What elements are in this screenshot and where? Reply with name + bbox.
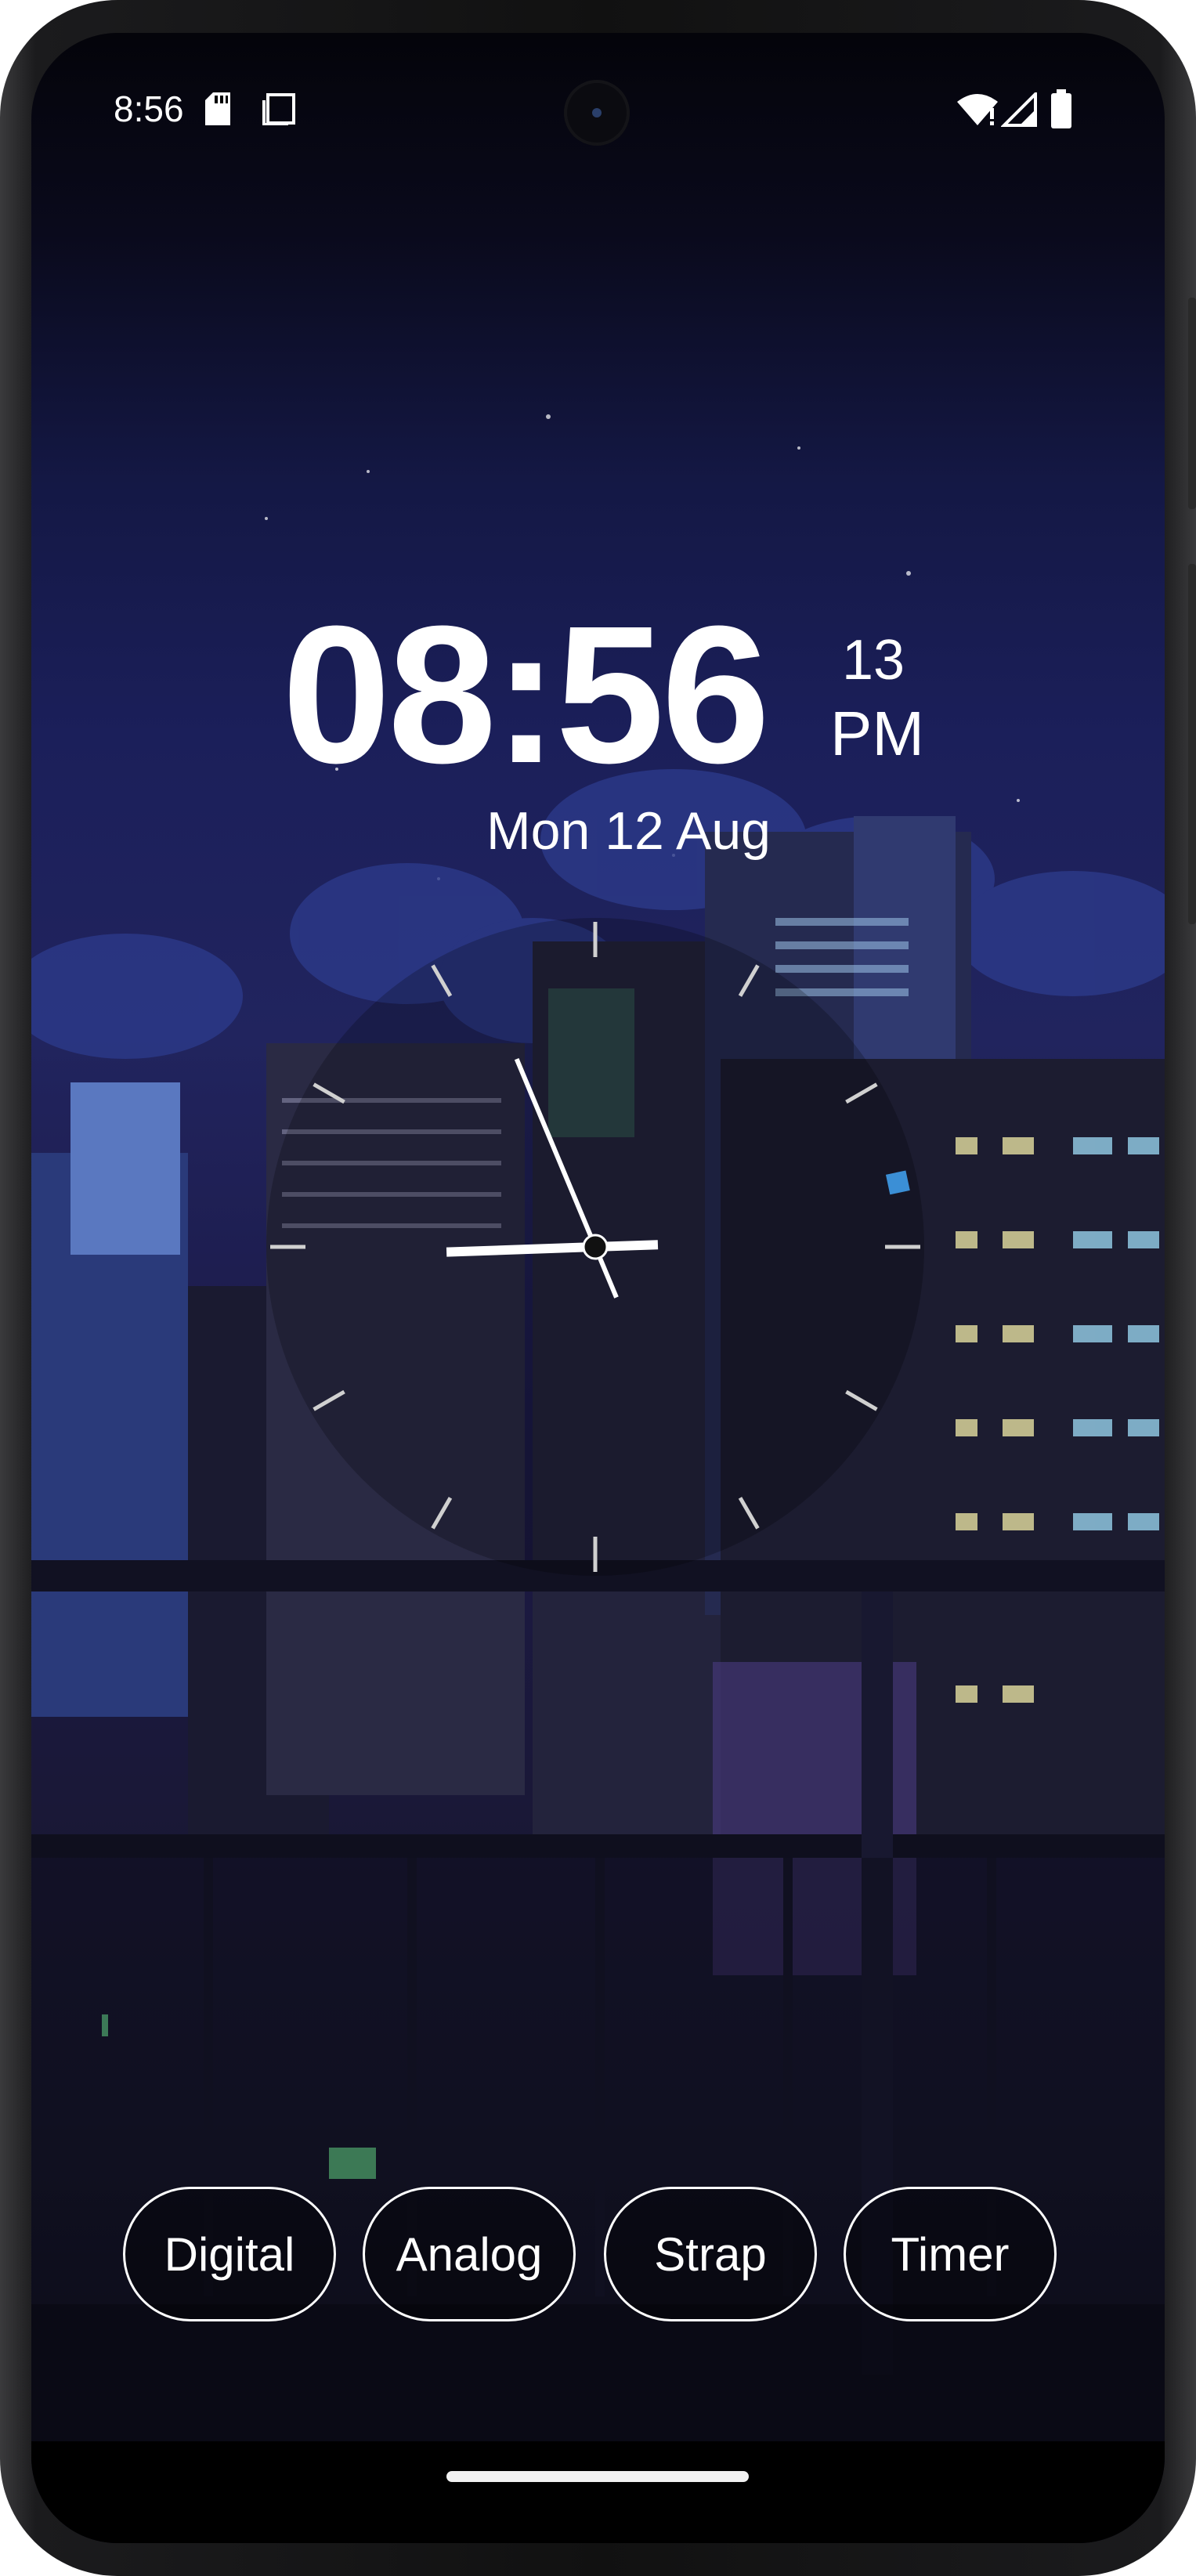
home-gesture-bar[interactable] xyxy=(446,2471,749,2482)
screen: 8:56 08:56 13 PM Mon 12 Aug Digital Anal… xyxy=(31,33,1165,2543)
analog-clock[interactable] xyxy=(251,902,940,1591)
clock-time: 08:56 xyxy=(282,585,770,804)
clock-seconds: 13 xyxy=(842,629,905,692)
mode-analog-button[interactable]: Analog xyxy=(363,2187,576,2321)
status-time: 8:56 xyxy=(114,89,184,129)
clock-ampm: PM xyxy=(830,699,924,768)
clock-center xyxy=(582,1234,609,1260)
signal-icon xyxy=(1001,92,1037,127)
front-camera xyxy=(564,80,630,146)
status-bar: 8:56 xyxy=(31,33,1165,190)
mode-timer-button[interactable]: Timer xyxy=(844,2187,1057,2321)
clock-date: Mon 12 Aug xyxy=(486,801,771,861)
mode-strap-button[interactable]: Strap xyxy=(604,2187,817,2321)
screenshot-icon xyxy=(262,93,295,125)
volume-button[interactable] xyxy=(1188,564,1196,924)
second-marker xyxy=(885,1170,910,1195)
wifi-icon xyxy=(957,94,998,125)
mode-selector: Digital Analog Strap Timer xyxy=(31,2187,1165,2328)
navigation-bar xyxy=(31,2441,1165,2543)
mode-digital-button[interactable]: Digital xyxy=(123,2187,336,2321)
phone-frame: 8:56 08:56 13 PM Mon 12 Aug Digital Anal… xyxy=(0,0,1196,2576)
power-button[interactable] xyxy=(1188,298,1196,509)
battery-icon xyxy=(1051,89,1071,128)
sd-card-icon xyxy=(205,92,230,125)
